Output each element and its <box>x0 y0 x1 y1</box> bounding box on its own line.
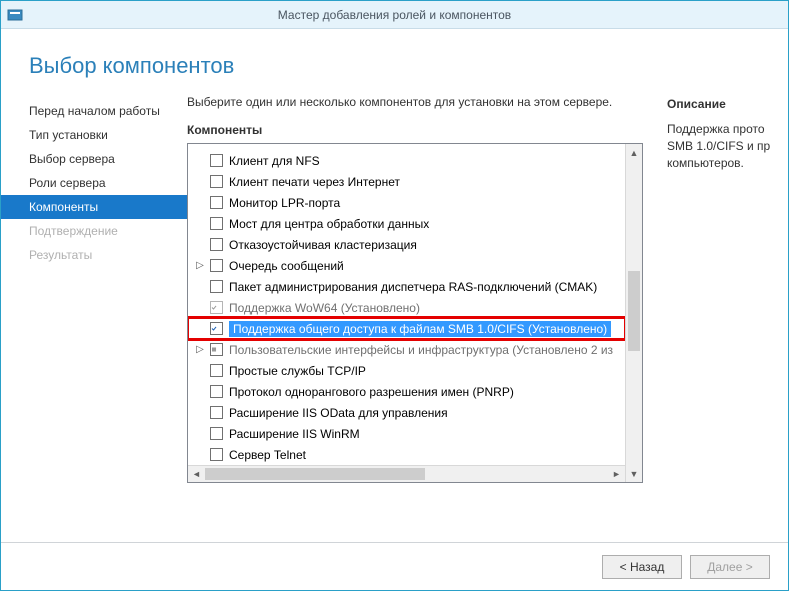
feature-label: Очередь сообщений <box>229 259 344 273</box>
feature-label: Клиент для NFS <box>229 154 320 168</box>
vertical-scrollbar[interactable]: ▲ ▼ <box>625 144 642 482</box>
feature-label: Клиент печати через Интернет <box>229 175 400 189</box>
feature-row[interactable]: ▷ Очередь сообщений <box>188 255 625 276</box>
window-title: Мастер добавления ролей и компонентов <box>31 8 782 22</box>
description-header: Описание <box>667 93 788 117</box>
feature-label: Монитор LPR-порта <box>229 196 340 210</box>
wizard-body: Выбор компонентов Перед началом работыТи… <box>1 29 788 542</box>
titlebar: Мастер добавления ролей и компонентов <box>1 1 788 29</box>
feature-row[interactable]: Простые службы TCP/IP <box>188 360 625 381</box>
feature-row[interactable]: Клиент для NFS <box>188 150 625 171</box>
feature-checkbox[interactable] <box>210 238 223 251</box>
feature-label: Поддержка WoW64 (Установлено) <box>229 301 420 315</box>
features-list[interactable]: Клиент для NFS Клиент печати через Интерн… <box>188 144 625 465</box>
scroll-right-button[interactable]: ► <box>608 466 625 482</box>
feature-row[interactable]: Сервер Telnet <box>188 444 625 465</box>
scroll-down-button[interactable]: ▼ <box>626 465 642 482</box>
expand-icon[interactable]: ▷ <box>194 344 206 355</box>
feature-label: Протокол однорангового разрешения имен (… <box>229 385 514 399</box>
feature-checkbox[interactable] <box>210 280 223 293</box>
feature-checkbox[interactable] <box>210 175 223 188</box>
wizard-window: Мастер добавления ролей и компонентов Вы… <box>0 0 789 591</box>
feature-row[interactable]: Расширение IIS WinRM <box>188 423 625 444</box>
feature-row[interactable]: Протокол однорангового разрешения имен (… <box>188 381 625 402</box>
feature-label: Отказоустойчивая кластеризация <box>229 238 417 252</box>
feature-row[interactable]: ▷ Пользовательские интерфейсы и инфрастру… <box>188 339 625 360</box>
feature-checkbox[interactable] <box>210 196 223 209</box>
feature-checkbox[interactable] <box>210 259 223 272</box>
scroll-up-button[interactable]: ▲ <box>626 144 642 161</box>
feature-row[interactable]: Расширение IIS OData для управления <box>188 402 625 423</box>
feature-checkbox[interactable] <box>210 406 223 419</box>
h-scroll-track[interactable] <box>205 466 608 482</box>
scroll-left-button[interactable]: ◄ <box>188 466 205 482</box>
feature-row[interactable]: Поддержка WoW64 (Установлено) <box>188 297 625 318</box>
sidebar-step-5: Подтверждение <box>1 219 187 243</box>
sidebar-step-2[interactable]: Выбор сервера <box>1 147 187 171</box>
feature-label: Мост для центра обработки данных <box>229 217 429 231</box>
feature-row[interactable]: Поддержка общего доступа к файлам SMB 1.… <box>188 318 625 339</box>
feature-checkbox[interactable] <box>210 154 223 167</box>
feature-checkbox[interactable] <box>210 217 223 230</box>
main-panel: Выберите один или несколько компонентов … <box>187 93 788 534</box>
feature-checkbox <box>210 301 223 314</box>
sidebar-step-0[interactable]: Перед началом работы <box>1 99 187 123</box>
back-button[interactable]: < Назад <box>602 555 682 579</box>
expand-icon[interactable]: ▷ <box>194 260 206 271</box>
description-text: Поддержка протоSMB 1.0/CIFS и пркомпьюте… <box>667 121 788 171</box>
feature-label: Поддержка общего доступа к файлам SMB 1.… <box>233 322 607 336</box>
features-column: Выберите один или несколько компонентов … <box>187 93 643 534</box>
feature-checkbox[interactable] <box>210 385 223 398</box>
description-column: Описание Поддержка протоSMB 1.0/CIFS и п… <box>643 93 788 534</box>
feature-label: Простые службы TCP/IP <box>229 364 366 378</box>
feature-checkbox[interactable] <box>210 448 223 461</box>
features-listbox: Клиент для NFS Клиент печати через Интерн… <box>187 143 643 483</box>
feature-label: Пакет администрирования диспетчера RAS-п… <box>229 280 597 294</box>
feature-label: Сервер Telnet <box>229 448 306 462</box>
next-button[interactable]: Далее > <box>690 555 770 579</box>
horizontal-scrollbar[interactable]: ◄ ► <box>188 465 625 482</box>
feature-row[interactable]: Пакет администрирования диспетчера RAS-п… <box>188 276 625 297</box>
feature-row[interactable]: Монитор LPR-порта <box>188 192 625 213</box>
feature-checkbox[interactable] <box>210 364 223 377</box>
sidebar-step-1[interactable]: Тип установки <box>1 123 187 147</box>
v-scroll-thumb[interactable] <box>628 271 640 351</box>
sidebar-step-6: Результаты <box>1 243 187 267</box>
h-scroll-thumb[interactable] <box>205 468 425 480</box>
feature-checkbox[interactable] <box>210 343 223 356</box>
feature-checkbox[interactable] <box>210 427 223 440</box>
feature-label: Пользовательские интерфейсы и инфраструк… <box>229 343 613 357</box>
feature-label: Расширение IIS OData для управления <box>229 406 448 420</box>
sidebar-step-3[interactable]: Роли сервера <box>1 171 187 195</box>
feature-row[interactable]: Отказоустойчивая кластеризация <box>188 234 625 255</box>
feature-label: Расширение IIS WinRM <box>229 427 360 441</box>
v-scroll-track[interactable] <box>626 161 642 465</box>
feature-row[interactable]: Мост для центра обработки данных <box>188 213 625 234</box>
components-header: Компоненты <box>187 119 643 143</box>
sidebar-step-4[interactable]: Компоненты <box>1 195 187 219</box>
content-area: Перед началом работыТип установкиВыбор с… <box>1 93 788 542</box>
wizard-footer: < Назад Далее > <box>1 542 788 590</box>
sidebar: Перед началом работыТип установкиВыбор с… <box>1 93 187 534</box>
feature-row[interactable]: Клиент печати через Интернет <box>188 171 625 192</box>
instruction-text: Выберите один или несколько компонентов … <box>187 93 643 119</box>
page-title: Выбор компонентов <box>1 29 788 93</box>
app-icon <box>7 7 23 23</box>
feature-checkbox[interactable] <box>210 322 223 335</box>
